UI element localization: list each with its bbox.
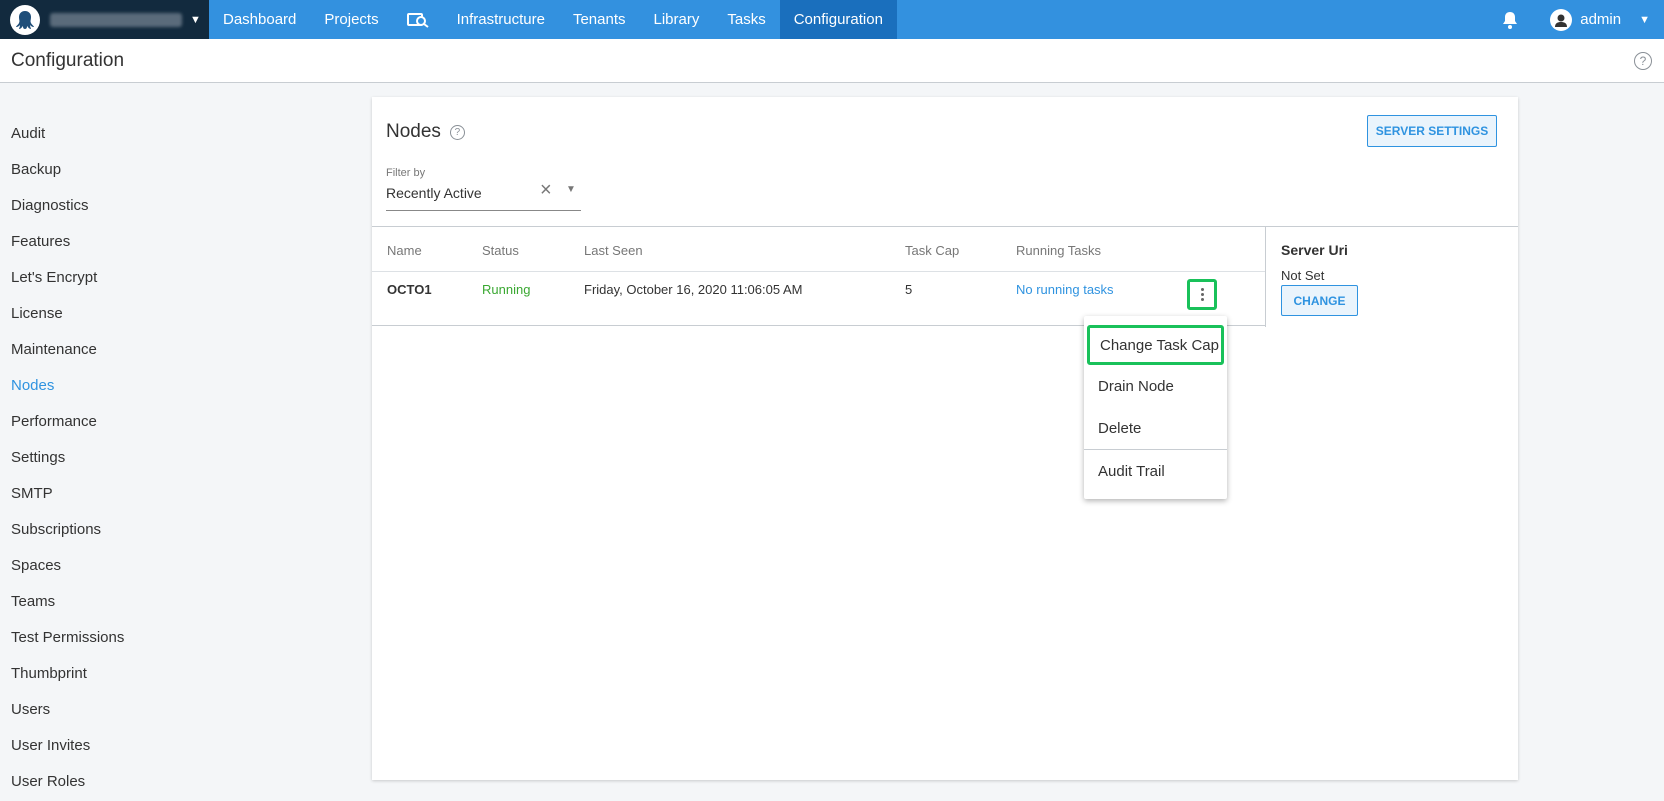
- server-uri-title: Server Uri: [1281, 242, 1348, 258]
- sidebar-item-diagnostics[interactable]: Diagnostics: [0, 187, 340, 223]
- nav-search-deployments[interactable]: [393, 0, 443, 39]
- divider: [372, 226, 1518, 227]
- sidebar-item-test-permissions[interactable]: Test Permissions: [0, 619, 340, 655]
- sidebar-item-teams[interactable]: Teams: [0, 583, 340, 619]
- sidebar-item-backup[interactable]: Backup: [0, 151, 340, 187]
- node-task-cap: 5: [905, 282, 913, 297]
- sidebar-item-license[interactable]: License: [0, 295, 340, 331]
- server-uri-value: Not Set: [1281, 268, 1325, 283]
- space-name-redacted: [50, 12, 182, 27]
- column-header-running-tasks: Running Tasks: [1016, 243, 1102, 258]
- panel-title-row: Nodes ?: [386, 121, 465, 143]
- row-overflow-menu-button[interactable]: [1187, 279, 1217, 310]
- sidebar-item-maintenance[interactable]: Maintenance: [0, 331, 340, 367]
- sidebar-item-settings[interactable]: Settings: [0, 439, 340, 475]
- sidebar-item-user-invites[interactable]: User Invites: [0, 727, 340, 763]
- search-deployments-icon: [406, 12, 429, 28]
- sidebar-item-audit[interactable]: Audit: [0, 115, 340, 151]
- page-title: Configuration: [11, 49, 125, 71]
- sidebar-item-users[interactable]: Users: [0, 691, 340, 727]
- more-vertical-icon: [1200, 288, 1204, 301]
- sidebar-item-performance[interactable]: Performance: [0, 403, 340, 439]
- menu-item-drain-node[interactable]: Drain Node: [1084, 365, 1227, 407]
- help-icon[interactable]: ?: [1634, 51, 1652, 70]
- node-last-seen: Friday, October 16, 2020 11:06:05 AM: [584, 282, 803, 297]
- sidebar: Audit Backup Diagnostics Features Let's …: [0, 115, 340, 799]
- column-header-last-seen: Last Seen: [584, 243, 643, 258]
- divider: [372, 271, 1265, 272]
- filter-label: Filter by: [386, 167, 426, 179]
- help-icon[interactable]: ?: [449, 124, 465, 140]
- nav-library[interactable]: Library: [640, 0, 714, 39]
- sidebar-item-lets-encrypt[interactable]: Let's Encrypt: [0, 259, 340, 295]
- sidebar-item-thumbprint[interactable]: Thumbprint: [0, 655, 340, 691]
- page-header: Configuration ?: [0, 39, 1664, 83]
- sidebar-item-spaces[interactable]: Spaces: [0, 547, 340, 583]
- nav-dashboard[interactable]: Dashboard: [209, 0, 310, 39]
- running-tasks-link[interactable]: No running tasks: [1016, 282, 1114, 297]
- menu-item-change-task-cap[interactable]: Change Task Cap: [1087, 325, 1224, 365]
- node-status: Running: [482, 282, 531, 297]
- sidebar-item-features[interactable]: Features: [0, 223, 340, 259]
- sidebar-item-subscriptions[interactable]: Subscriptions: [0, 511, 340, 547]
- nav-tenants[interactable]: Tenants: [559, 0, 640, 39]
- chevron-down-icon[interactable]: ▼: [566, 184, 576, 195]
- filter-value: Recently Active: [386, 185, 482, 201]
- change-server-uri-button[interactable]: CHANGE: [1281, 285, 1358, 316]
- user-menu[interactable]: admin ▼: [1550, 8, 1650, 31]
- nav-infrastructure[interactable]: Infrastructure: [443, 0, 559, 39]
- user-name: admin: [1580, 11, 1622, 28]
- server-settings-button[interactable]: SERVER SETTINGS: [1367, 115, 1497, 147]
- node-name: OCTO1: [387, 282, 432, 297]
- column-header-status: Status: [482, 243, 519, 258]
- column-header-task-cap: Task Cap: [905, 243, 960, 258]
- chevron-down-icon: ▼: [1639, 13, 1650, 26]
- sidebar-item-user-roles[interactable]: User Roles: [0, 763, 340, 799]
- node-actions-menu: Change Task Cap Drain Node Delete Audit …: [1084, 316, 1227, 499]
- nodes-panel: Nodes ? SERVER SETTINGS Filter by Recent…: [372, 97, 1518, 780]
- close-icon[interactable]: ×: [540, 179, 552, 202]
- divider: [1265, 226, 1266, 327]
- nav-projects[interactable]: Projects: [310, 0, 392, 39]
- avatar-icon: [1550, 8, 1573, 31]
- menu-item-audit-trail[interactable]: Audit Trail: [1084, 450, 1227, 492]
- sidebar-item-smtp[interactable]: SMTP: [0, 475, 340, 511]
- octopus-logo-icon: [10, 4, 40, 35]
- chevron-down-icon: ▼: [190, 13, 201, 26]
- space-switcher[interactable]: ▼: [0, 0, 209, 39]
- sidebar-item-nodes[interactable]: Nodes: [0, 367, 340, 403]
- menu-item-delete[interactable]: Delete: [1084, 407, 1227, 449]
- nav-tasks[interactable]: Tasks: [713, 0, 779, 39]
- filter-select[interactable]: Filter by Recently Active × ▼: [386, 167, 581, 211]
- bell-icon[interactable]: [1500, 10, 1520, 30]
- panel-title: Nodes: [386, 121, 441, 142]
- nav-configuration[interactable]: Configuration: [779, 0, 897, 39]
- nav-right: admin ▼: [1500, 0, 1664, 39]
- top-navigation: ▼ Dashboard Projects Infrastructure Tena…: [0, 0, 1664, 39]
- column-header-name: Name: [387, 243, 422, 258]
